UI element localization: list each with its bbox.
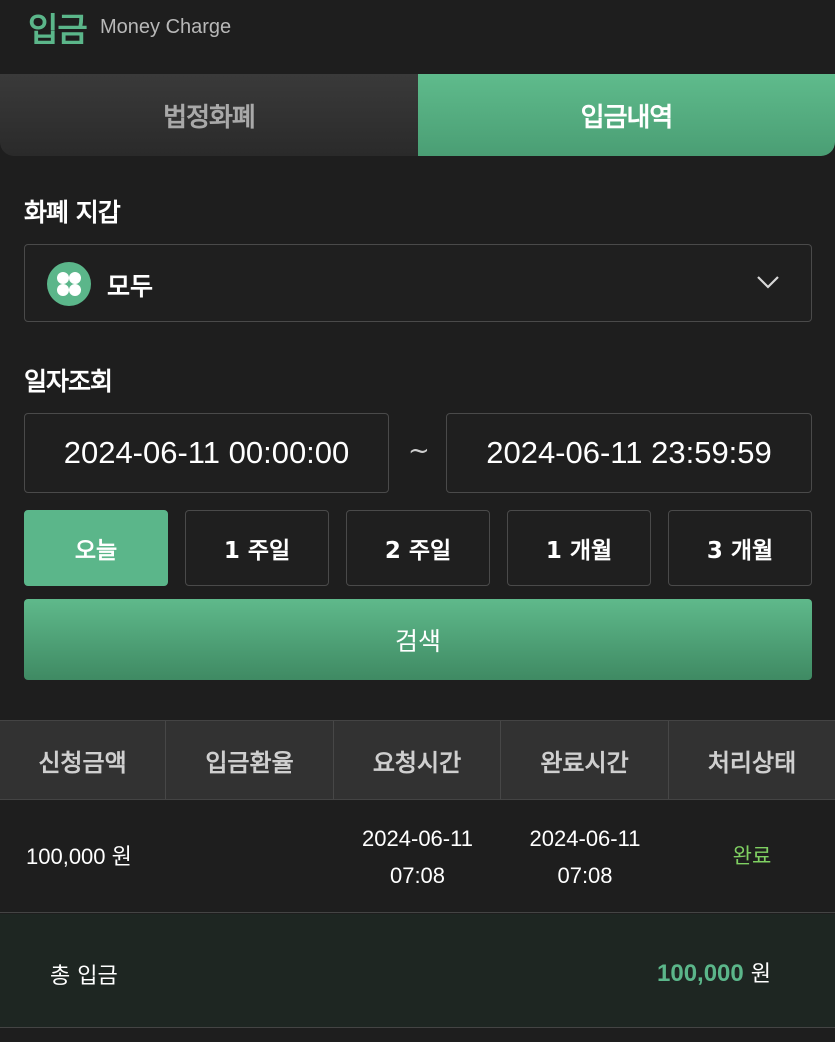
total-amount-value: 100,000 — [657, 960, 744, 987]
grid-icon — [47, 262, 91, 306]
start-date-field[interactable]: 2024-06-11 00:00:00 — [24, 413, 389, 493]
column-header-amount: 신청금액 — [0, 721, 166, 799]
wallet-dropdown[interactable]: 모두 — [24, 244, 812, 322]
table-row: 100,000 원 2024-06-11 07:08 2024-06-11 07… — [0, 801, 835, 913]
wallet-selected-value: 모두 — [107, 272, 154, 301]
cell-complete-time: 2024-06-11 07:08 — [501, 801, 669, 912]
request-time: 07:08 — [389, 862, 446, 888]
cell-amount: 100,000 원 — [0, 801, 166, 912]
page-subtitle: Money Charge — [100, 16, 232, 38]
date-range-separator: ~ — [408, 436, 430, 466]
page-title: 입금 — [28, 10, 88, 49]
column-header-status: 처리상태 — [707, 748, 797, 777]
period-button-3-months[interactable]: 3 개월 — [668, 510, 812, 586]
total-amount-unit: 원 — [743, 962, 771, 987]
status-badge: 완료 — [732, 844, 772, 868]
total-amount: 100,000 원 — [657, 956, 771, 988]
table-header: 신청금액 입금환율 요청시간 완료시간 처리상태 — [0, 720, 835, 800]
date-query-label: 일자조회 — [24, 367, 113, 396]
search-button[interactable]: 검색 — [24, 599, 812, 680]
period-button-1-month[interactable]: 1 개월 — [507, 510, 651, 586]
cell-rate — [166, 801, 334, 912]
end-date-field[interactable]: 2024-06-11 23:59:59 — [446, 413, 812, 493]
request-date: 2024-06-11 — [362, 825, 473, 851]
period-button-2-weeks[interactable]: 2 주일 — [346, 510, 490, 586]
chevron-down-icon — [757, 276, 779, 289]
complete-time: 07:08 — [557, 862, 613, 888]
cell-request-time: 2024-06-11 07:08 — [334, 801, 501, 912]
column-header-complete-time: 완료시간 — [501, 721, 669, 799]
total-row: 총 입금 100,000 원 — [0, 914, 835, 1028]
period-button-1-week[interactable]: 1 주일 — [185, 510, 329, 586]
tab-bar: 법정화폐 입금내역 — [0, 74, 835, 156]
complete-date: 2024-06-11 — [529, 825, 641, 851]
tab-fiat-currency[interactable]: 법정화폐 — [0, 74, 418, 156]
wallet-section-label: 화폐 지갑 — [24, 198, 121, 227]
amount-value: 100,000 원 — [26, 844, 132, 869]
total-label: 총 입금 — [50, 964, 118, 989]
column-header-request-time: 요청시간 — [334, 721, 501, 799]
tab-deposit-history[interactable]: 입금내역 — [418, 74, 835, 156]
page-header: 입금 Money Charge — [0, 0, 835, 72]
column-header-rate: 입금환율 — [166, 721, 334, 799]
period-button-today[interactable]: 오늘 — [24, 510, 168, 586]
cell-status: 완료 — [669, 801, 835, 912]
